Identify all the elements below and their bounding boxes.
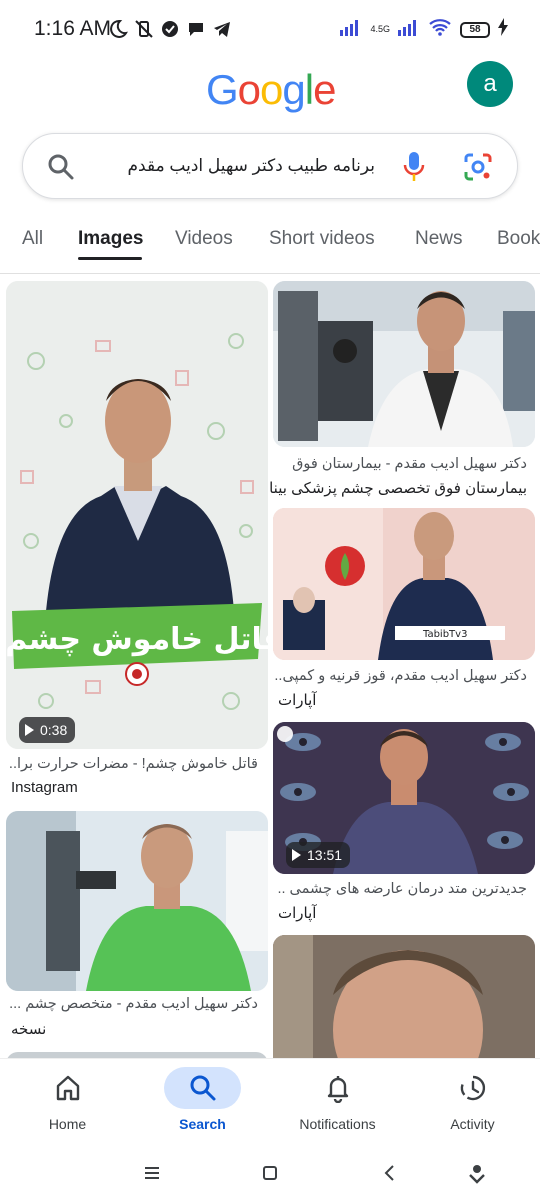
- nav-home[interactable]: Home: [0, 1059, 135, 1149]
- result-thumbnail[interactable]: TabibTv3: [273, 508, 535, 660]
- result-caption[interactable]: قاتل خاموش چشم! - مضرات حرارت برا...: [8, 756, 258, 772]
- result-source[interactable]: نسخه: [11, 1020, 51, 1038]
- thumbnail-overlay-text: قاتل خاموش چشم!: [6, 622, 268, 657]
- result-caption[interactable]: دکتر سهیل ادیب مقدم - متخصص چشم ...: [8, 996, 258, 1012]
- shield-check-icon: [160, 19, 180, 39]
- video-duration-badge: 13:51: [286, 842, 351, 868]
- charging-icon: [498, 18, 508, 41]
- play-icon: [292, 849, 301, 861]
- telegram-icon: [212, 19, 232, 39]
- search-box[interactable]: برنامه طبیب دکتر سهیل ادیب مقدم: [22, 133, 518, 199]
- chat-icon: [186, 19, 206, 39]
- system-navigation-bar: [0, 1148, 540, 1200]
- signal-icon: [340, 18, 362, 41]
- account-avatar[interactable]: a: [467, 61, 513, 107]
- nav-activity[interactable]: Activity: [405, 1059, 540, 1149]
- result-source[interactable]: آپارات: [278, 904, 328, 922]
- back-icon[interactable]: [375, 1158, 405, 1188]
- active-tab-indicator: [78, 257, 142, 260]
- result-caption[interactable]: دکتر سهیل ادیب مقدم - بیمارستان فوق: [275, 456, 527, 472]
- status-bar: 1:16 AM 4.5G 58: [0, 0, 540, 60]
- nav-search[interactable]: Search: [135, 1059, 270, 1149]
- result-thumbnail[interactable]: [6, 811, 268, 991]
- search-icon[interactable]: [47, 153, 75, 181]
- search-input[interactable]: برنامه طبیب دکتر سهیل ادیب مقدم: [128, 156, 375, 176]
- result-source[interactable]: بیمارستان فوق تخصصی چشم پزشکی بینا: [269, 479, 527, 497]
- result-thumbnail[interactable]: [273, 281, 535, 447]
- result-source[interactable]: Instagram: [11, 779, 78, 796]
- tab-images[interactable]: Images: [78, 228, 143, 250]
- network-type-label: 4.5G: [370, 24, 390, 34]
- tab-short-videos[interactable]: Short videos: [269, 228, 375, 250]
- assistant-icon[interactable]: [462, 1158, 492, 1188]
- home-square-icon[interactable]: [255, 1158, 285, 1188]
- search-tabs: All Images Videos Short videos News Book…: [0, 228, 540, 274]
- nav-search-label: Search: [179, 1116, 226, 1132]
- mic-icon[interactable]: [401, 151, 427, 183]
- recents-menu-icon[interactable]: [137, 1158, 167, 1188]
- tab-videos[interactable]: Videos: [175, 228, 233, 250]
- thumbnail-overlay-text: TabibTv3: [422, 629, 467, 640]
- activity-icon: [458, 1073, 488, 1103]
- tab-all[interactable]: All: [22, 228, 43, 250]
- result-thumbnail[interactable]: قاتل خاموش چشم!: [6, 281, 268, 749]
- tab-news[interactable]: News: [415, 228, 463, 250]
- nav-notifications-label: Notifications: [299, 1116, 376, 1132]
- image-results-grid: قاتل خاموش چشم! 0:38 قاتل خاموش چشم! - م…: [0, 280, 540, 1058]
- home-icon: [53, 1073, 83, 1103]
- status-time: 1:16 AM: [34, 17, 112, 40]
- result-thumbnail[interactable]: [273, 935, 535, 1058]
- tab-books[interactable]: Books: [497, 228, 540, 250]
- google-lens-icon[interactable]: [463, 152, 493, 182]
- google-logo[interactable]: Google: [206, 66, 336, 114]
- vibrate-off-icon: [134, 19, 154, 39]
- nav-notifications[interactable]: Notifications: [270, 1059, 405, 1149]
- video-duration-badge: 0:38: [19, 717, 76, 743]
- result-caption[interactable]: دکتر سهیل ادیب مقدم، قوز قرنیه و کمپی...: [275, 668, 527, 684]
- search-icon: [188, 1073, 218, 1103]
- nav-home-label: Home: [48, 1116, 87, 1132]
- moon-icon: [108, 19, 128, 39]
- result-source[interactable]: آپارات: [278, 691, 328, 709]
- bell-icon: [323, 1073, 353, 1104]
- result-caption[interactable]: جدیدترین متد درمان عارضه های چشمی ..: [275, 881, 527, 897]
- signal-icon-2: [398, 18, 420, 41]
- battery-indicator: 58: [460, 21, 490, 38]
- status-notification-icons: [108, 19, 232, 39]
- bottom-navigation: Home Search Notifications Activity: [0, 1058, 540, 1148]
- play-icon: [25, 724, 34, 736]
- wifi-icon: [428, 18, 452, 41]
- nav-activity-label: Activity: [450, 1116, 495, 1132]
- status-system-icons: 4.5G 58: [340, 18, 508, 41]
